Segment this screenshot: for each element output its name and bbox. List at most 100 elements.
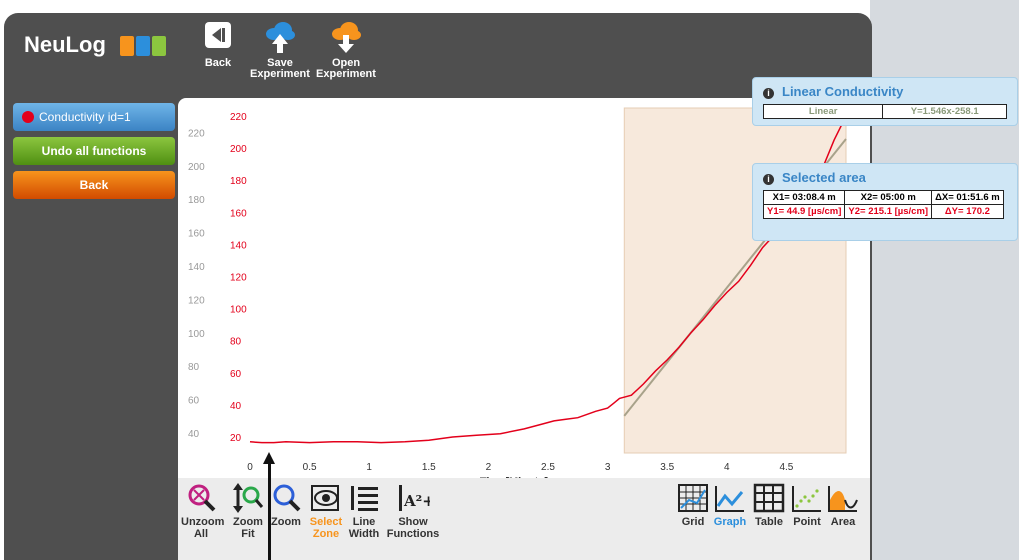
y-tick-label-red: 80 [230,337,242,348]
table-icon [753,483,785,513]
graph-view-button[interactable]: Graph [712,482,748,528]
linewidth-label-2: Width [348,528,380,540]
linear-type: Linear [762,104,884,119]
selected-y1: Y1= 44.9 [µs/cm] [762,204,846,219]
selected-dx: ΔX= 01:51.6 m [931,190,1004,205]
sensor-label: Conductivity id=1 [39,110,131,124]
selected-area-title: Selected area [782,170,866,185]
y-tick-label-grey: 180 [188,195,205,206]
sensor-conductivity-button[interactable]: Conductivity id=1 [13,103,175,131]
logo-text: NeuLog [24,32,106,57]
x-tick-label: 0 [247,462,253,473]
y-tick-label-red: 120 [230,272,247,283]
linear-function-table: Linear Y=1.546x-258.1 [762,104,1007,119]
grid-icon [678,484,708,512]
select-zone-button[interactable]: Select Zone [306,482,346,540]
linear-box-header: i Linear Conductivity [763,82,1007,102]
sensor-status-dot [22,111,34,123]
x-tick-label: 1.5 [422,462,436,473]
selected-y2: Y2= 215.1 [µs/cm] [844,204,933,219]
x-tick-label: 4.5 [779,462,793,473]
point-label: Point [793,516,821,528]
linear-equation: Y=1.546x-258.1 [882,104,1007,119]
linear-box-title: Linear Conductivity [782,84,904,99]
y-tick-label-grey: 60 [188,396,200,407]
sidebar-back-button[interactable]: Back [13,171,175,199]
zoom-button[interactable]: Zoom [268,482,304,528]
x-tick-label: 1 [366,462,372,473]
y-tick-label-red: 200 [230,144,247,155]
select-label-1: Select [309,516,343,528]
y-tick-label-grey: 40 [188,429,200,440]
functions-icon: A²+3 [399,485,430,511]
y-tick-label-red: 40 [230,401,242,412]
x-tick-label: 2 [486,462,492,473]
sidebar-back-label: Back [79,178,109,192]
point-view-button[interactable]: Point [789,482,825,528]
cloud-download-icon [332,22,361,53]
unzoom-icon [188,484,216,512]
open-experiment-button[interactable]: Open Experiment [312,20,380,80]
cloud-upload-icon [266,22,295,53]
linear-function-box: i Linear Conductivity Linear Y=1.546x-258… [752,77,1018,126]
save-experiment-button[interactable]: Save Experiment [246,20,314,80]
select-label-2: Zone [312,528,340,540]
zoomfit-label-2: Fit [241,528,255,540]
show-label-2: Functions [386,528,440,540]
back-label: Back [204,57,232,69]
x-tick-label: 0.5 [303,462,317,473]
selected-zone [623,107,847,454]
zoom-fit-button[interactable]: Zoom Fit [230,482,266,540]
functions-icon-text: A²+3 [403,492,430,510]
x-tick-label: 2.5 [541,462,555,473]
eye-icon [311,485,339,511]
selected-x2: X2= 05:00 m [844,190,933,205]
y-tick-label-red: 100 [230,305,247,316]
show-label-1: Show [398,516,428,528]
table-label: Table [755,516,783,528]
y-tick-label-grey: 200 [188,162,205,173]
area-icon [828,486,858,512]
area-view-button[interactable]: Area [826,482,860,528]
back-icon [205,22,231,48]
show-functions-button[interactable]: A²+3 Show Functions [386,482,440,540]
selected-area-header: i Selected area [763,168,1007,188]
linewidth-label-1: Line [352,516,376,528]
grid-label: Grid [681,516,705,528]
y-tick-label-grey: 120 [188,295,205,306]
undo-label: Undo all functions [41,144,147,158]
line-width-icon [351,486,378,511]
y-tick-label-grey: 80 [188,362,200,373]
graph-canvas[interactable]: 2040608010012014016018020022040608010012… [178,98,870,478]
open-label-2: Experiment [316,68,376,80]
selected-dy: ΔY= 170.2 [931,204,1004,219]
table-view-button[interactable]: Table [751,482,787,528]
y-tick-label-red: 220 [230,112,247,123]
y-tick-label-red: 140 [230,240,247,251]
graph-label: Graph [713,516,747,528]
zoom-label: Zoom [271,516,301,528]
zoomfit-label-1: Zoom [233,516,263,528]
y-tick-label-grey: 100 [188,329,205,340]
unzoom-all-button[interactable]: Unzoom All [181,482,225,540]
cursor-pointer [268,462,271,560]
info-icon: i [763,174,774,185]
unzoom-label-1: Unzoom [181,516,225,528]
back-button[interactable]: Back [184,20,252,69]
x-tick-label: 3 [605,462,611,473]
grid-button[interactable]: Grid [676,482,710,528]
zoom-fit-icon [233,483,264,513]
line-width-button[interactable]: Line Width [346,482,382,540]
y-tick-label-grey: 220 [188,128,205,139]
undo-all-functions-button[interactable]: Undo all functions [13,137,175,165]
y-tick-label-grey: 140 [188,262,205,273]
y-tick-label-red: 160 [230,208,247,219]
y-tick-label-red: 20 [230,433,242,444]
y-tick-label-red: 180 [230,176,247,187]
selected-area-table: X1= 03:08.4 m X2= 05:00 m ΔX= 01:51.6 m … [762,190,1004,219]
area-label: Area [830,516,856,528]
point-icon [792,486,821,512]
x-tick-label: 4 [724,462,730,473]
y-tick-label-red: 60 [230,369,242,380]
info-icon: i [763,88,774,99]
